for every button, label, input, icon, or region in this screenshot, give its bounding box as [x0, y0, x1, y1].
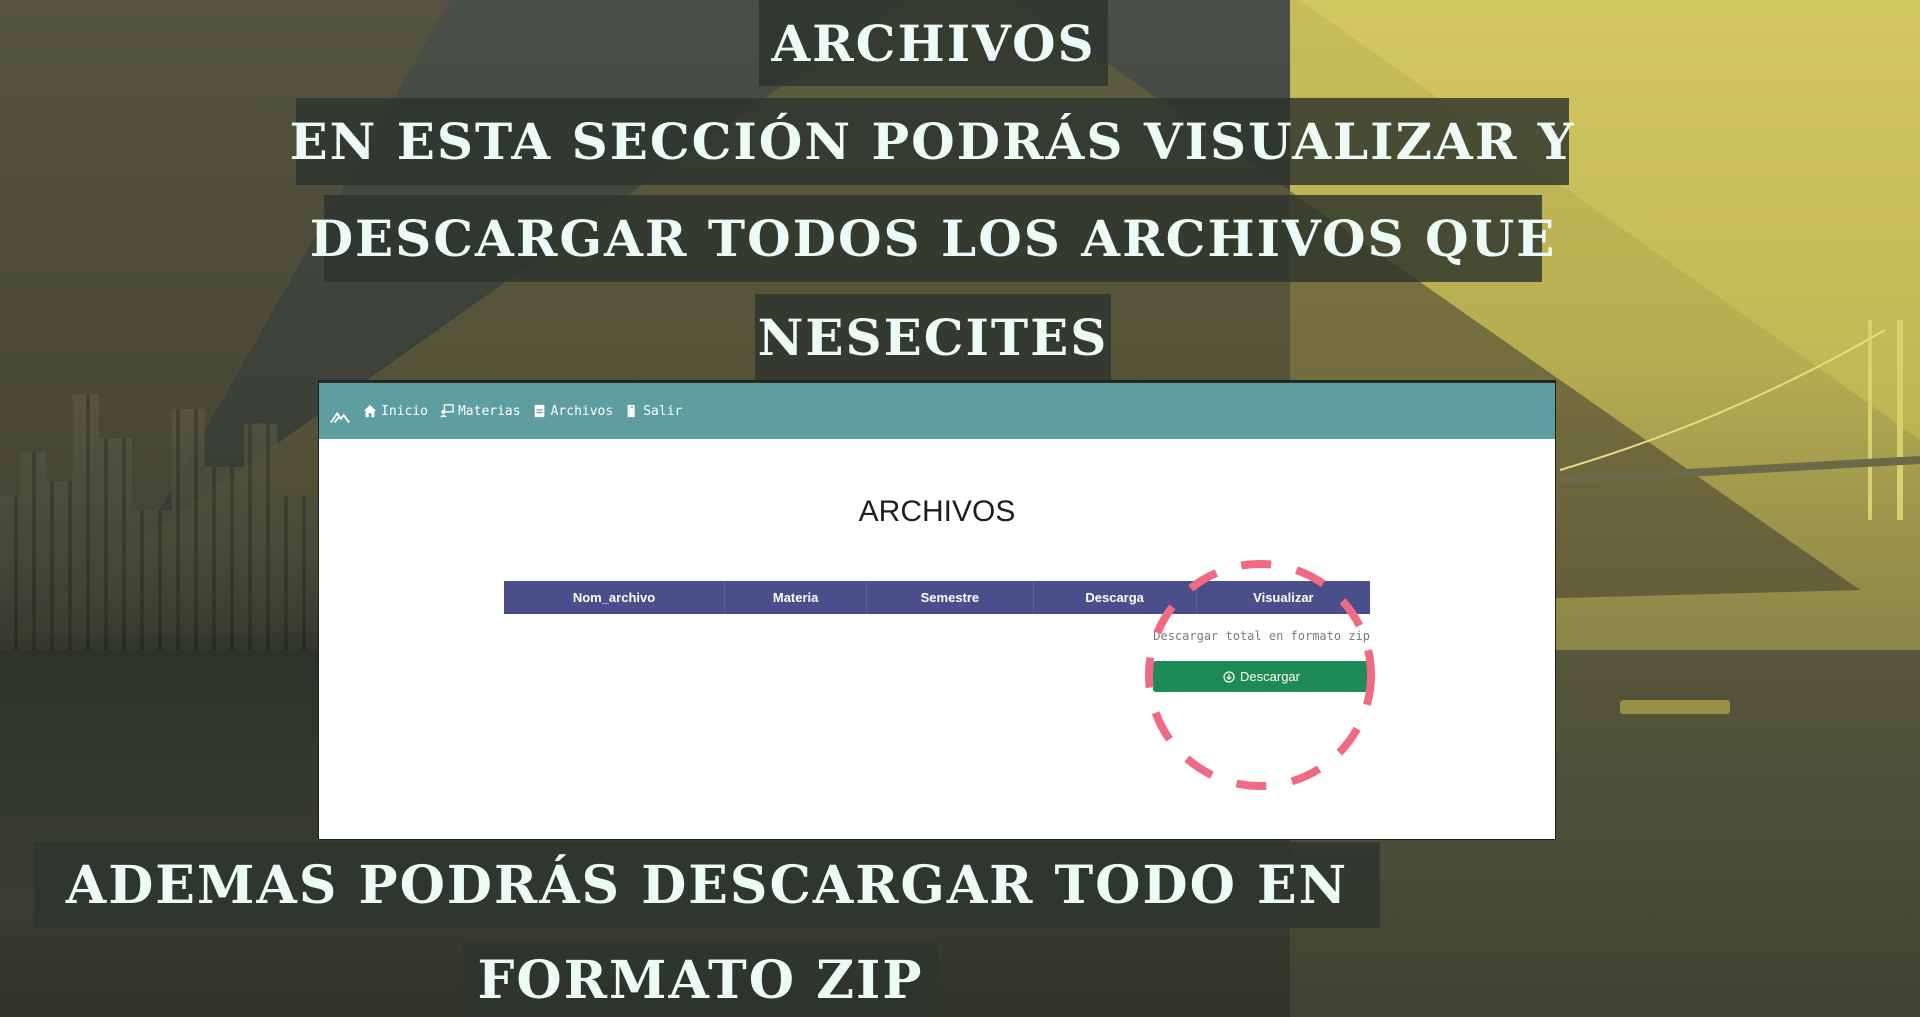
boat-lights	[1620, 700, 1730, 714]
nav-inicio[interactable]: Inicio	[363, 404, 428, 419]
caption-bottom-1: ADEMAS PODRÁS DESCARGAR TODO EN	[34, 842, 1380, 928]
user-board-icon	[439, 404, 454, 418]
column-header-materia: Materia	[724, 581, 868, 614]
mountain-logo-icon[interactable]	[329, 406, 351, 428]
file-icon	[534, 404, 544, 418]
nav-archivos-label: Archivos	[550, 403, 614, 419]
home-icon	[363, 404, 377, 418]
nav-archivos[interactable]: Archivos	[533, 403, 614, 419]
nav-salir[interactable]: Salir	[625, 404, 682, 419]
caption-line-2: DESCARGAR TODOS LOS ARCHIVOS QUE	[310, 195, 1554, 282]
caption-title: ARCHIVOS	[759, 0, 1108, 86]
nav-inicio-label: Inicio	[381, 403, 428, 419]
nav-materias-label: Materias	[457, 403, 521, 419]
highlight-circle	[1145, 560, 1375, 790]
caption-line-3: NESECITES	[755, 294, 1111, 380]
nav-salir-label: Salir	[643, 403, 683, 419]
page-title: ARCHIVOS	[858, 495, 1016, 528]
caption-bottom-2: FORMATO ZIP	[463, 943, 938, 1017]
column-header-semestre: Semestre	[866, 581, 1034, 614]
caption-line-1: EN ESTA SECCIÓN PODRÁS VISUALIZAR Y	[290, 98, 1574, 185]
nav-materias[interactable]: Materias	[439, 403, 521, 419]
navbar: Inicio Materias Archivos Salir	[319, 381, 1555, 439]
column-header-nom-archivo: Nom_archivo	[504, 581, 725, 614]
bridge-silhouette	[1560, 320, 1920, 520]
door-exit-icon	[627, 404, 635, 418]
